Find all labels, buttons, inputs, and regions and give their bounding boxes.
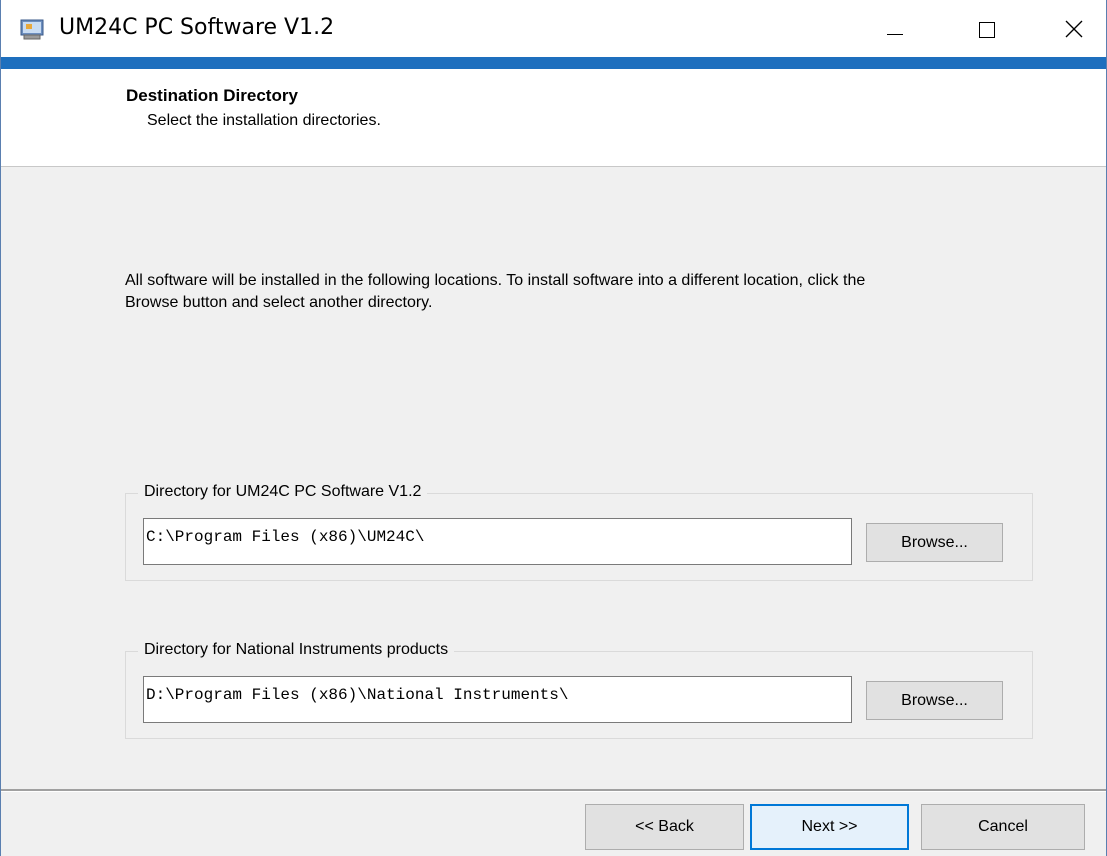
- directory-path-field[interactable]: C:\Program Files (x86)\UM24C\: [143, 518, 852, 565]
- minimize-icon: [887, 34, 903, 35]
- directory-group-label: Directory for UM24C PC Software V1.2: [138, 482, 428, 502]
- browse-button[interactable]: Browse...: [866, 681, 1003, 720]
- installer-app-icon: [20, 19, 44, 40]
- close-button[interactable]: [1045, 0, 1105, 57]
- page-title: Destination Directory: [126, 86, 298, 105]
- browse-button[interactable]: Browse...: [866, 523, 1003, 562]
- maximize-icon: [979, 22, 995, 38]
- title-bar[interactable]: UM24C PC Software V1.2: [1, 0, 1106, 57]
- maximize-button[interactable]: [957, 0, 1017, 57]
- directory-path-field[interactable]: D:\Program Files (x86)\National Instrume…: [143, 676, 852, 723]
- footer-divider: [1, 789, 1106, 792]
- cancel-button[interactable]: Cancel: [921, 804, 1085, 850]
- directory-group-national-instruments: Directory for National Instruments produ…: [125, 640, 1033, 739]
- directory-group-um24c: Directory for UM24C PC Software V1.2 C:\…: [125, 482, 1033, 581]
- instructions-text: All software will be installed in the fo…: [125, 272, 866, 311]
- directory-group-label: Directory for National Instruments produ…: [138, 640, 455, 660]
- step-header: Destination Directory Select the install…: [1, 69, 1106, 167]
- back-button[interactable]: << Back: [585, 804, 744, 850]
- next-button[interactable]: Next >>: [750, 804, 909, 850]
- close-icon: [1065, 20, 1083, 38]
- page-subtitle: Select the installation directories.: [147, 112, 381, 129]
- window-title: UM24C PC Software V1.2: [59, 15, 335, 40]
- accent-strip: [1, 57, 1106, 69]
- minimize-button[interactable]: [865, 0, 925, 57]
- installer-window: UM24C PC Software V1.2 Destination Direc…: [0, 0, 1107, 856]
